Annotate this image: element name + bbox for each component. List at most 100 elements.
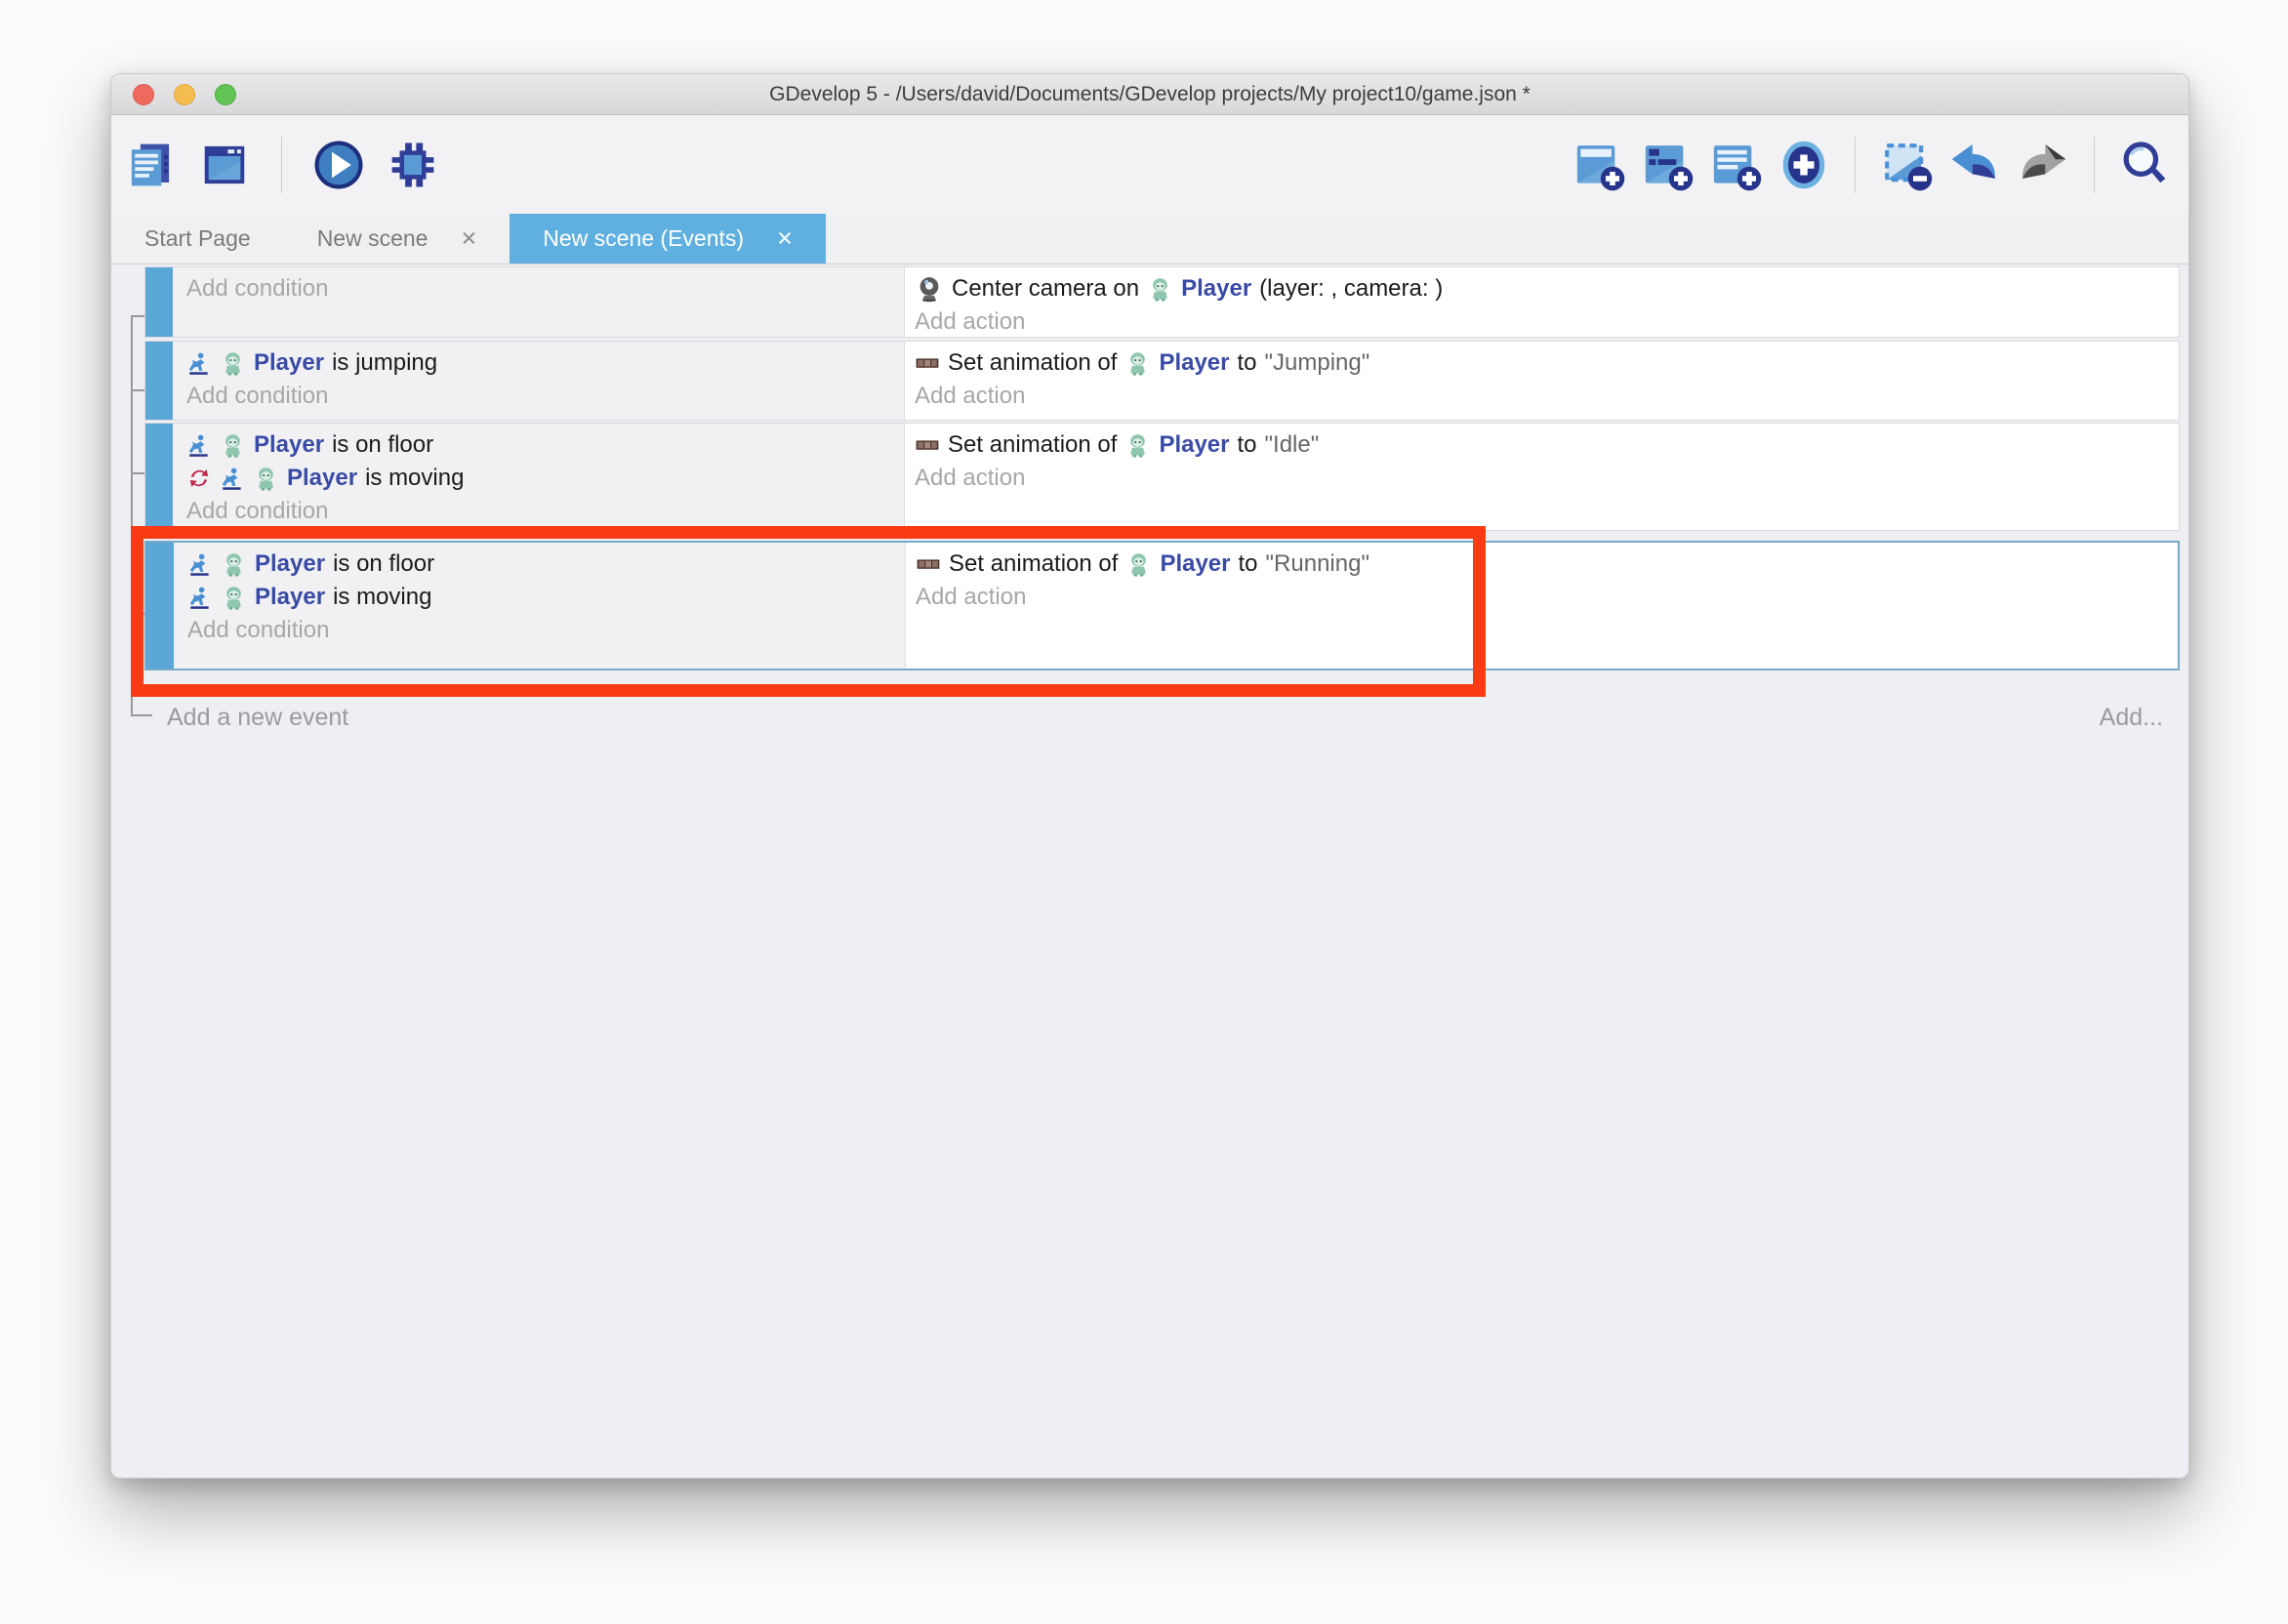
condition-row[interactable]: Player is on floor [187, 548, 905, 581]
player-object-icon [1124, 432, 1151, 459]
action-row[interactable]: Center camera on Player (layer: , camera… [915, 272, 2179, 305]
tab-start-page[interactable]: Start Page [111, 214, 284, 264]
tab-label: Start Page [144, 225, 251, 252]
add-action-button[interactable]: Add action [916, 581, 2178, 614]
player-object-icon [1125, 551, 1152, 578]
event-row[interactable]: Player is on floor Player is moving Add … [144, 423, 2180, 531]
string-parameter: "Idle" [1265, 431, 1320, 459]
object-name: Player [1159, 349, 1229, 377]
tab-new-scene[interactable]: New scene × [284, 214, 511, 264]
event-row[interactable]: Add condition Center camera on Player (l… [144, 266, 2180, 338]
redo-button[interactable] [2016, 138, 2070, 192]
delete-event-button[interactable] [1879, 138, 1934, 192]
scene-window-icon [198, 139, 251, 191]
undo-icon [1947, 138, 2002, 192]
search-icon [2118, 138, 2173, 192]
event-row[interactable]: Player is jumping Add condition Set anim… [144, 341, 2180, 421]
actions-cell[interactable]: Set animation of Player to "Idle" Add ac… [905, 424, 2179, 530]
tree-line [131, 389, 144, 391]
animation-icon [916, 551, 941, 577]
actions-cell[interactable]: Set animation of Player to "Running" Add… [906, 543, 2178, 669]
action-row[interactable]: Set animation of Player to "Jumping" [915, 346, 2179, 380]
add-action-button[interactable]: Add action [915, 462, 2179, 495]
undo-button[interactable] [1947, 138, 2002, 192]
event-selection-bar[interactable] [145, 424, 173, 530]
toolbar-separator [2094, 137, 2095, 193]
object-name: Player [254, 431, 324, 459]
tab-label: New scene (Events) [543, 225, 744, 252]
add-choose-event-icon [1777, 138, 1831, 192]
player-object-icon [1147, 276, 1173, 303]
scene-editor-button[interactable] [197, 138, 252, 192]
search-events-button[interactable] [2118, 138, 2173, 192]
event-row-selected[interactable]: Player is on floor Player is moving Add … [144, 541, 2180, 670]
add-event-button[interactable] [1572, 138, 1626, 192]
project-manager-button[interactable] [123, 138, 178, 192]
event-selection-bar[interactable] [146, 543, 174, 669]
add-subevent-button[interactable] [1640, 138, 1695, 192]
tree-line [131, 613, 144, 615]
action-text: to [1239, 550, 1258, 578]
action-text: Set animation of [949, 550, 1118, 578]
event-selection-bar[interactable] [145, 267, 173, 337]
condition-text: is moving [333, 584, 431, 611]
condition-text: is on floor [333, 550, 434, 578]
object-name: Player [1160, 550, 1230, 578]
conditions-cell[interactable]: Player is on floor Player is moving Add … [173, 424, 905, 530]
play-icon [311, 138, 366, 192]
object-name: Player [1181, 275, 1251, 303]
add-comment-button[interactable] [1708, 138, 1763, 192]
string-parameter: "Running" [1266, 550, 1369, 578]
object-name: Player [287, 465, 357, 492]
choose-add-event-button[interactable] [1777, 138, 1831, 192]
animation-icon [915, 350, 940, 376]
action-text: to [1238, 349, 1257, 377]
add-condition-button[interactable]: Add condition [186, 495, 904, 528]
condition-row[interactable]: Player is on floor [186, 428, 904, 462]
actions-cell[interactable]: Center camera on Player (layer: , camera… [905, 267, 2179, 337]
toolbar-separator [281, 137, 282, 193]
project-manager-icon [124, 139, 177, 191]
platformer-behavior-icon [187, 551, 213, 577]
add-new-event-button[interactable]: Add a new event [167, 704, 348, 732]
conditions-cell[interactable]: Player is jumping Add condition [173, 342, 905, 420]
conditions-cell[interactable]: Add condition [173, 267, 905, 337]
debugger-button[interactable] [386, 138, 440, 192]
gdevelop-window: GDevelop 5 - /Users/david/Documents/GDev… [110, 73, 2189, 1479]
window-title: GDevelop 5 - /Users/david/Documents/GDev… [111, 74, 2188, 115]
add-more-button[interactable]: Add... [2100, 704, 2163, 732]
remove-event-icon [1879, 138, 1934, 192]
preview-button[interactable] [311, 138, 366, 192]
events-sheet: Add condition Center camera on Player (l… [111, 265, 2188, 1478]
platformer-behavior-icon [187, 585, 213, 610]
add-action-button[interactable]: Add action [915, 305, 2179, 337]
close-tab-icon[interactable]: × [461, 225, 476, 252]
add-action-button[interactable]: Add action [915, 380, 2179, 413]
event-selection-bar[interactable] [145, 342, 173, 420]
titlebar: GDevelop 5 - /Users/david/Documents/GDev… [111, 74, 2188, 115]
close-tab-icon[interactable]: × [777, 225, 793, 252]
add-condition-button[interactable]: Add condition [186, 272, 904, 305]
tree-line [131, 315, 133, 716]
add-condition-button[interactable]: Add condition [187, 614, 905, 647]
action-row[interactable]: Set animation of Player to "Idle" [915, 428, 2179, 462]
action-row[interactable]: Set animation of Player to "Running" [916, 548, 2178, 581]
debug-icon [387, 139, 439, 191]
object-name: Player [255, 584, 325, 611]
condition-row[interactable]: Player is moving [186, 462, 904, 495]
toolbar [111, 116, 2188, 214]
actions-cell[interactable]: Set animation of Player to "Jumping" Add… [905, 342, 2179, 420]
action-text: Center camera on [952, 275, 1139, 303]
tab-new-scene-events[interactable]: New scene (Events) × [510, 214, 826, 264]
platformer-behavior-icon [186, 432, 212, 458]
action-text: Set animation of [948, 431, 1117, 459]
condition-row[interactable]: Player is jumping [186, 346, 904, 380]
player-object-icon [1124, 350, 1151, 377]
add-condition-button[interactable]: Add condition [186, 380, 904, 413]
conditions-cell[interactable]: Player is on floor Player is moving Add … [174, 543, 906, 669]
add-comment-icon [1708, 138, 1763, 192]
toolbar-left-group [123, 116, 440, 214]
condition-text: is moving [365, 465, 464, 492]
tabbar: Start Page New scene × New scene (Events… [111, 214, 2188, 264]
condition-row[interactable]: Player is moving [187, 581, 905, 614]
